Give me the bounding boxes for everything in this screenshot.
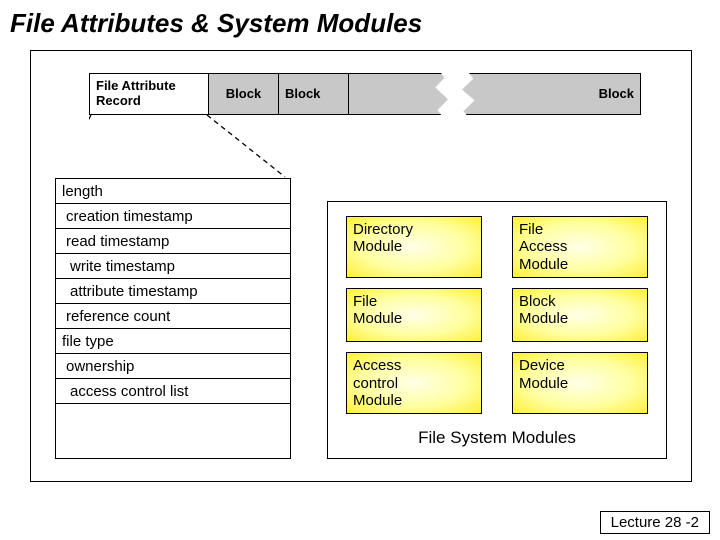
module-file-access: File Access Module [512,216,648,278]
module-label: Directory Module [353,221,475,256]
lecture-label: Lecture 28 -2 [600,511,710,534]
attr-row-ownership: ownership [56,353,290,378]
diagram-frame: File Attribute Record Block Block Block … [30,50,692,482]
modules-caption: File System Modules [328,428,666,448]
module-label: File Access Module [519,221,641,273]
attr-label: file type [62,333,114,350]
attr-label: creation timestamp [66,208,193,225]
attribute-table: length creation timestamp read timestamp… [55,178,291,459]
file-attribute-record-cell: File Attribute Record [89,73,209,115]
attr-row-attribute-ts: attribute timestamp [56,278,290,303]
module-device: Device Module [512,352,648,414]
attr-label: read timestamp [66,233,169,250]
block-label: Block [599,87,634,102]
attr-label: reference count [66,308,170,325]
module-label: File Module [353,293,475,328]
attr-row-write: write timestamp [56,253,290,278]
attr-row-creation: creation timestamp [56,203,290,228]
block-label: Block [226,87,261,102]
page-title: File Attributes & System Modules [0,0,720,45]
module-label: Block Module [519,293,641,328]
block-gap [349,73,561,115]
attr-label: attribute timestamp [70,283,198,300]
attr-label: access control list [70,383,188,400]
attr-row-length: length [56,179,290,203]
module-file: File Module [346,288,482,343]
module-label: Device Module [519,357,641,392]
tear-icon [420,68,490,122]
block-cell-2: Block [279,73,349,115]
attr-row-acl: access control list [56,378,290,403]
module-directory: Directory Module [346,216,482,278]
attr-row-read: read timestamp [56,228,290,253]
modules-box: Directory Module File Access Module File… [327,201,667,459]
attr-row-spacer [56,403,290,458]
file-attribute-record-label: File Attribute Record [96,79,176,109]
attr-label: write timestamp [70,258,175,275]
module-label: Access control Module [353,357,475,409]
module-access-control: Access control Module [346,352,482,414]
block-label: Block [285,87,320,102]
attr-label: length [62,183,103,200]
block-cell-3: Block [561,73,641,115]
expand-dashes-icon [89,115,289,185]
attr-row-filetype: file type [56,328,290,353]
modules-grid: Directory Module File Access Module File… [346,216,648,414]
block-cell-1: Block [209,73,279,115]
record-row: File Attribute Record Block Block Block [89,73,641,115]
module-block: Block Module [512,288,648,343]
attr-row-refcount: reference count [56,303,290,328]
attr-label: ownership [66,358,134,375]
